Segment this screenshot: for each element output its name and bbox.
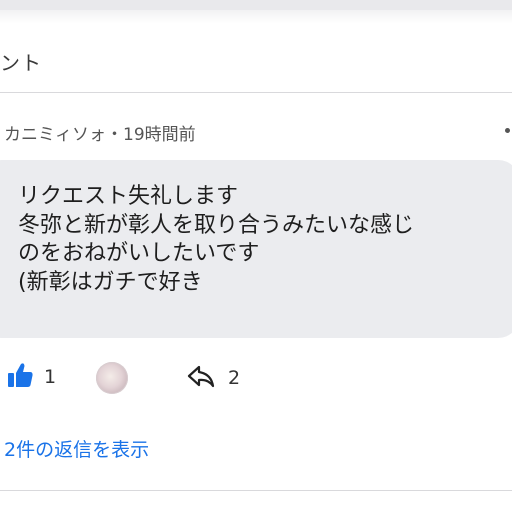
reply-count: 2 xyxy=(228,367,241,389)
comment-line: 冬弥と新が彰人を取り合うみたいな感じ xyxy=(18,212,415,238)
section-title: ント xyxy=(0,51,42,75)
comment-author[interactable]: カニミィソォ xyxy=(4,125,106,145)
top-strip-shadow xyxy=(0,10,512,24)
creator-avatar xyxy=(96,362,128,394)
section-divider xyxy=(0,92,512,93)
reply-button[interactable]: 2 xyxy=(186,362,240,394)
thumbs-up-icon xyxy=(6,361,34,393)
view-replies-link[interactable]: 2件の返信を表示 xyxy=(4,435,149,462)
comment-line: のをおねがいしたいです xyxy=(18,241,260,266)
like-button[interactable]: 1 xyxy=(6,360,56,394)
reply-arrow-icon xyxy=(186,362,216,394)
meta-separator: ・ xyxy=(106,125,123,145)
comment-line: (新彰はガチで好き xyxy=(18,269,203,295)
comment-text: リクエスト失礼します 冬弥と新が彰人を取り合うみたいな感じ のをおねがいしたいで… xyxy=(18,183,508,297)
comment-meta: カニミィソォ・19時間前 xyxy=(4,120,196,145)
bottom-divider xyxy=(0,490,512,491)
more-options-icon[interactable] xyxy=(505,128,510,133)
comment-line: リクエスト失礼します xyxy=(18,184,239,209)
comment-timestamp: 19時間前 xyxy=(123,125,196,145)
like-count: 1 xyxy=(44,366,57,388)
top-strip xyxy=(0,0,512,10)
